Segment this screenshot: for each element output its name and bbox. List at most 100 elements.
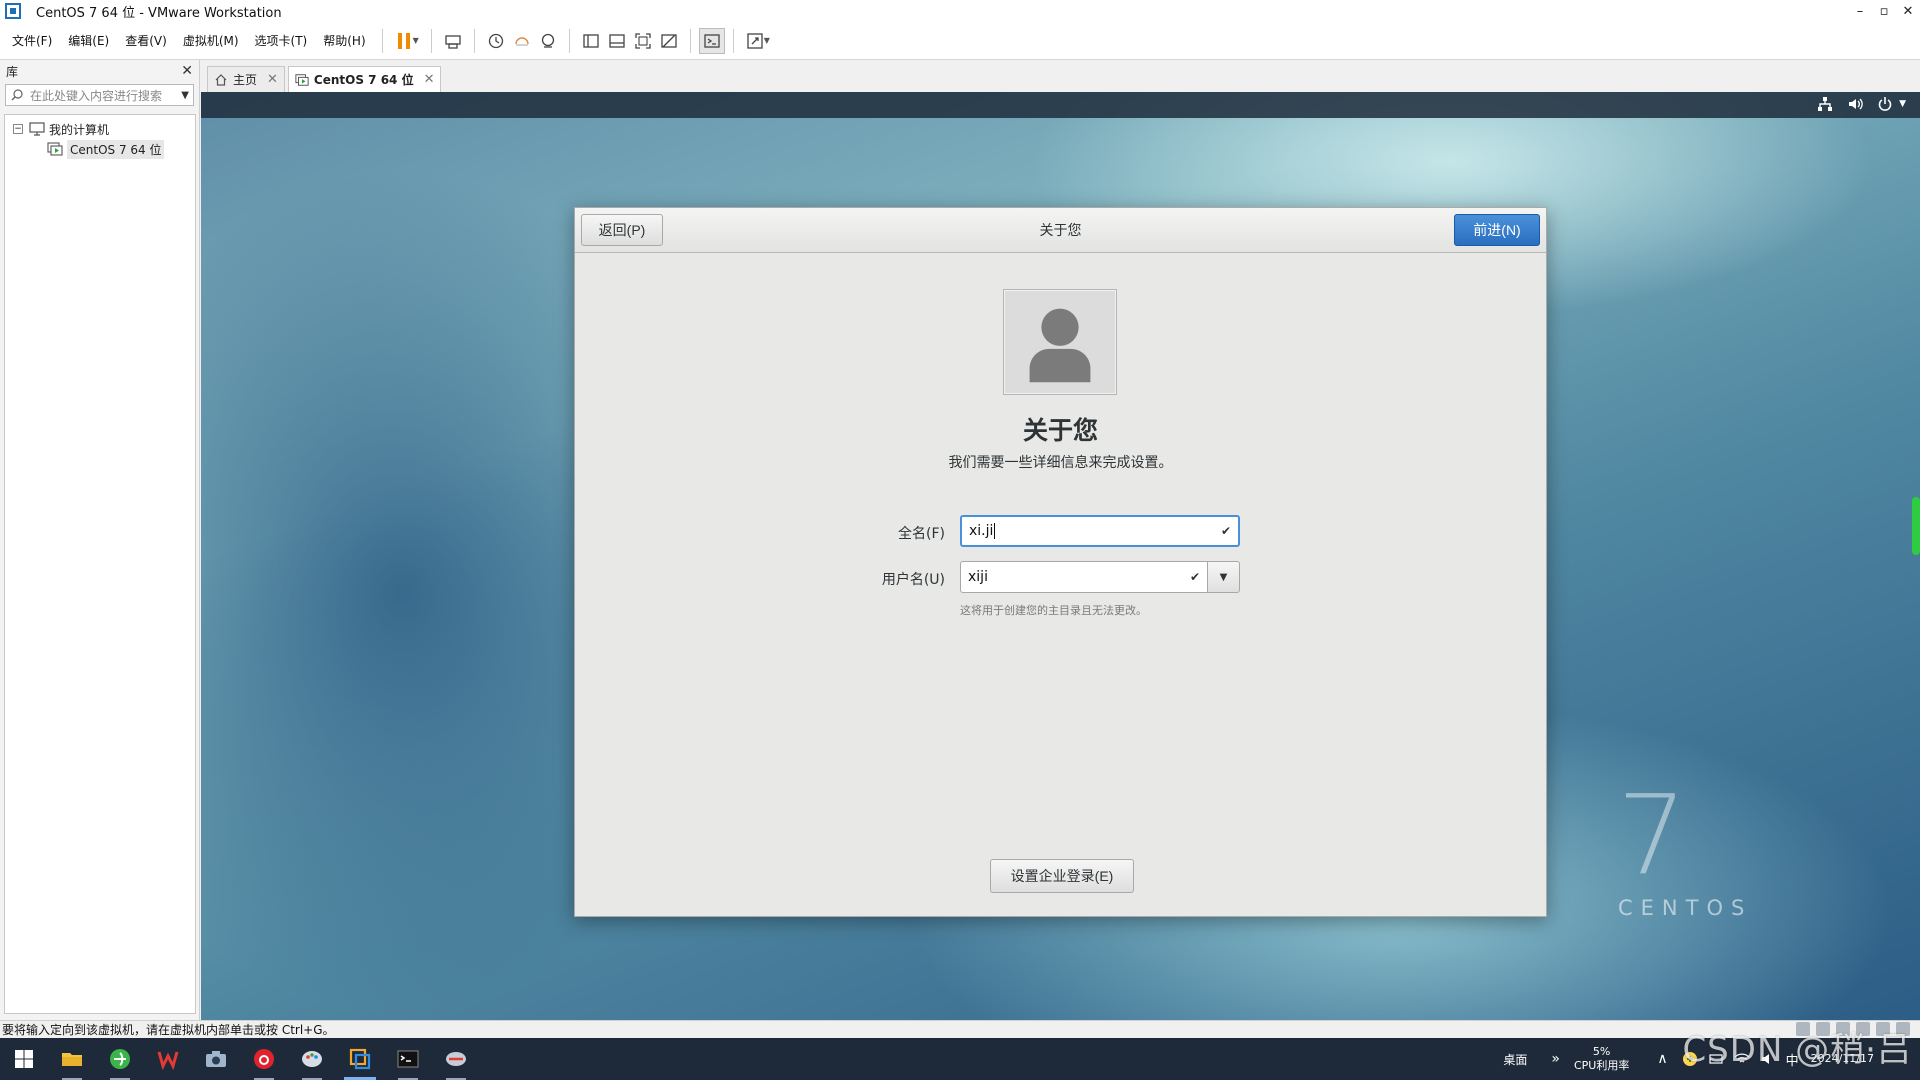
minimize-button[interactable]: – [1848,0,1872,22]
tree-item-my-computer[interactable]: − 我的计算机 [5,119,195,139]
cpu-usage-widget: 5% CPU利用率 [1574,1045,1629,1073]
pause-dropdown-icon[interactable]: ▼ [413,36,419,45]
taskbar-browser[interactable] [96,1038,144,1080]
toolbar-separator [473,28,475,53]
tab-label: 主页 [233,73,258,87]
tree-item-label: 我的计算机 [49,122,110,137]
valid-check-icon: ✔ [1189,570,1200,584]
username-value: xiji [968,569,988,585]
menu-view[interactable]: 查看(V) [117,32,175,49]
taskbar-terminal[interactable] [384,1038,432,1080]
tab-close-icon[interactable]: ✕ [424,72,435,87]
snapshot-manager-button[interactable] [535,28,561,54]
username-dropdown-button[interactable]: ▼ [1207,561,1240,593]
page-subheading: 我们需要一些详细信息来完成设置。 [948,455,1173,471]
initial-setup-dialog: 返回(P) 关于您 前进(N) 关于您 我们需要一些详细信息来完成设置。 全名(… [574,207,1547,917]
menu-help[interactable]: 帮助(H) [315,32,373,49]
text-cursor [994,523,996,539]
camera-icon [206,1051,226,1067]
tab-centos[interactable]: CentOS 7 64 位 ✕ [287,66,442,92]
window-title: CentOS 7 64 位 - VMware Workstation [36,5,282,21]
library-panel-icon [583,33,599,48]
toolbar-separator [430,28,432,53]
username-hint: 这将用于创建您的主目录且无法更改。 [960,604,1147,617]
vm-display[interactable]: ▼ 7 CENTOS 返回(P) 关于您 前进(N) 关于您 我们需要一些详细信… [201,92,1920,1020]
library-close-icon[interactable]: ✕ [181,63,193,79]
revert-snapshot-button[interactable] [509,28,535,54]
thumbnail-bar-icon [609,33,625,48]
menu-toolbar: 文件(F) 编辑(E) 查看(V) 虚拟机(M) 选项卡(T) 帮助(H) ▼ … [0,22,1920,60]
toolbar-overflow-icon[interactable]: » [1551,1051,1560,1067]
user-avatar-icon [1029,308,1091,383]
desktop-toolbar-label[interactable]: 桌面 [1503,1051,1527,1068]
tree-collapse-icon[interactable]: − [13,124,23,134]
send-ctrl-alt-del-button[interactable] [440,28,466,54]
console-view-button[interactable] [698,27,725,54]
dialog-header: 返回(P) 关于您 前进(N) [575,208,1546,253]
music-icon [254,1049,274,1069]
system-menu-arrow-icon[interactable]: ▼ [1899,99,1906,109]
unity-button[interactable] [656,28,682,54]
network-icon[interactable] [1817,96,1833,112]
start-button[interactable] [0,1038,48,1080]
fullname-input[interactable]: xi.ji ✔ [960,515,1240,547]
vm-running-icon [295,73,309,86]
username-input[interactable]: xiji ✔ [960,561,1208,593]
tree-item-centos[interactable]: CentOS 7 64 位 [5,139,195,159]
window-controls: – ▫ ✕ [1848,0,1920,22]
menu-vm[interactable]: 虚拟机(M) [175,32,247,49]
thumbnail-bar-button[interactable] [604,28,630,54]
cpu-label: CPU利用率 [1573,1059,1630,1072]
avatar-button[interactable] [1003,289,1117,395]
vmware-app-icon [5,3,21,19]
volume-icon[interactable] [1847,96,1863,112]
tab-bar: 主页 ✕ CentOS 7 64 位 ✕ [201,60,1920,92]
library-title: 库 [6,64,19,79]
taskbar-wps[interactable] [144,1038,192,1080]
full-screen-icon [635,32,651,49]
folder-icon [62,1053,82,1066]
tab-close-icon[interactable]: ✕ [267,72,278,87]
taskbar-netease-music[interactable] [240,1038,288,1080]
snapshot-button[interactable] [483,28,509,54]
terminal-icon [704,33,720,48]
palette-icon [302,1051,322,1067]
taskbar-vmware[interactable] [336,1038,384,1080]
enterprise-login-button[interactable]: 设置企业登录(E) [990,859,1134,893]
next-button[interactable]: 前进(N) [1454,214,1540,246]
menu-edit[interactable]: 编辑(E) [60,32,117,49]
page-heading: 关于您 [1022,416,1098,445]
username-label: 用户名(U) [881,572,945,588]
gnome-system-tray[interactable]: ▼ [1817,96,1906,112]
maximize-button[interactable]: ▫ [1872,0,1896,22]
terminal-icon [397,1050,419,1068]
tab-label: CentOS 7 64 位 [313,73,414,87]
library-search-input[interactable]: 在此处键入内容进行搜索 ▼ [5,84,194,106]
show-library-button[interactable] [578,28,604,54]
menu-tabs[interactable]: 选项卡(T) [247,32,316,49]
search-placeholder: 在此处键入内容进行搜索 [30,88,163,103]
home-icon [215,73,227,86]
status-bar: 要将输入定向到该虚拟机，请在虚拟机内部单击或按 Ctrl+G。 [0,1020,1920,1038]
taskbar-paint-app[interactable] [288,1038,336,1080]
full-screen-button[interactable] [630,28,656,54]
revert-snapshot-icon [515,36,529,46]
stretch-icon [747,32,763,49]
back-button[interactable]: 返回(P) [581,214,663,246]
search-icon [11,89,23,101]
menu-file[interactable]: 文件(F) [4,32,60,49]
dialog-title: 关于您 [1039,223,1082,239]
gnome-top-bar: ▼ [201,92,1920,118]
show-hidden-icons-button[interactable]: ∧ [1657,1051,1667,1067]
search-dropdown-icon[interactable]: ▼ [181,90,189,101]
close-button[interactable]: ✕ [1896,0,1920,22]
centos-wallpaper-logo: CENTOS [1618,896,1753,920]
tab-home[interactable]: 主页 ✕ [207,66,285,92]
taskbar-remote-app[interactable] [432,1038,480,1080]
stretch-dropdown-icon[interactable]: ▼ [764,36,770,45]
remote-app-icon [446,1052,466,1066]
power-icon[interactable] [1877,96,1893,112]
taskbar-camera[interactable] [192,1038,240,1080]
windows-taskbar: 桌面 » 5% CPU利用率 ∧ 中 2024/11/17 [0,1038,1920,1080]
taskbar-file-explorer[interactable] [48,1038,96,1080]
